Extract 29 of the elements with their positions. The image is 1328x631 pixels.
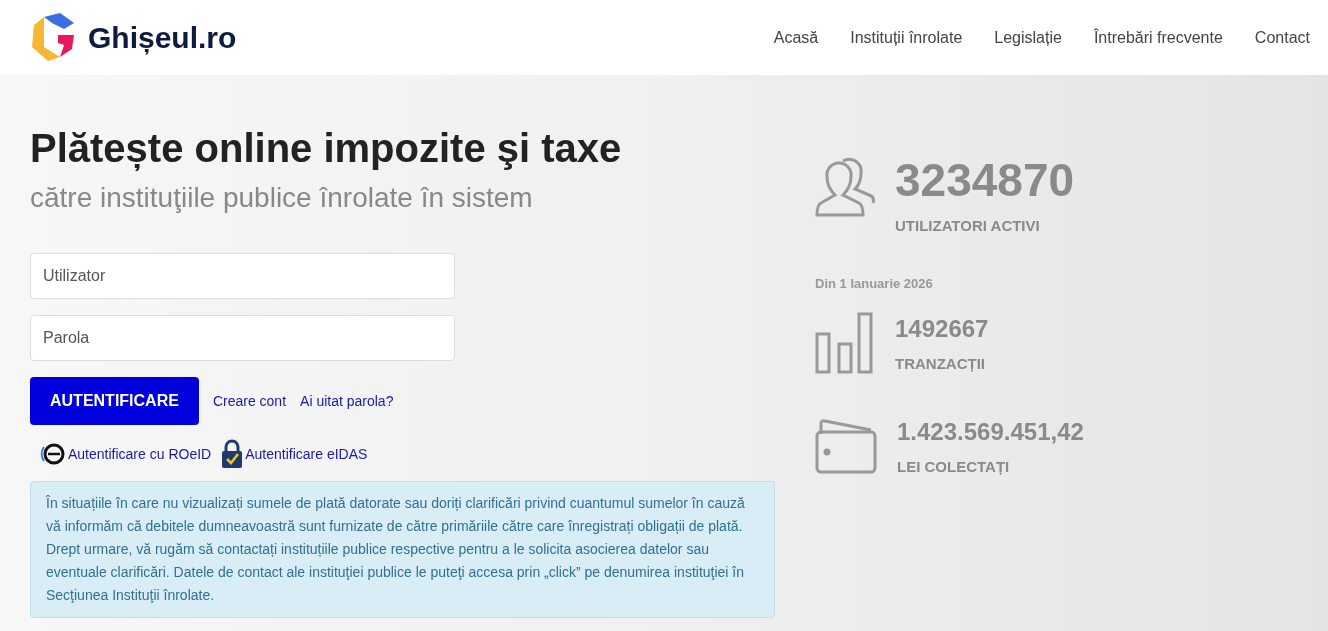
stat-value: 1.423.569.451,42 [897, 416, 1084, 447]
text-link[interactable]: Creare cont [212, 390, 287, 412]
stat-value: 1492667 [895, 314, 989, 344]
nav-link[interactable]: Acasă [773, 25, 819, 50]
password-field[interactable]: Parola [30, 315, 455, 361]
stat-label: TRANZACȚII [895, 354, 986, 374]
padlock-icon [221, 439, 244, 469]
alt-login-link[interactable]: Autentificare eIDAS [245, 443, 368, 465]
stat-label: LEI COLECTAȚI [897, 456, 1011, 477]
info-notice: În situațiile în care nu vizualizați sumele de plată datorate sau doriți clarificări privind cuantumul sumelor în cauză vă informăm că debitele dumneavoastră sunt furnizate de către primăriile către care înregistrați obligații de plată. Drept urmare, vă rugăm să contactați instituțiile publice respective pentru a le solicita asocierea datelor sau eventuale clarificări. Datele de contact ale instituţiei publice le puteţi accesa prin „click” pe denumirea instituţiei în Secţiunea Instituţii înrolate. [30, 481, 775, 618]
hero-title: Plătește online impozite şi taxe [30, 125, 623, 173]
nav-link[interactable]: Întrebări frecvente [1093, 25, 1223, 50]
users-label: UTILIZATORI ACTIVI [895, 216, 1041, 236]
nav-link[interactable]: Instituții înrolate [850, 25, 963, 50]
username-field[interactable]: Utilizator [30, 253, 455, 299]
e-logo-icon [40, 441, 66, 467]
nav-link[interactable]: Legislație [994, 25, 1062, 50]
text-link[interactable]: Ai uitat parola? [300, 390, 394, 412]
hero-subtitle: către instituţiile publice înrolate în sistem [30, 181, 534, 215]
login-button[interactable]: AUTENTIFICARE [30, 377, 199, 425]
nav-link[interactable]: Contact [1254, 25, 1310, 50]
bar-chart-icon [815, 312, 875, 375]
users-count: 3234870 [895, 157, 1075, 203]
wallet-icon [815, 417, 877, 474]
users-icon [815, 157, 877, 219]
logo-text[interactable]: Ghișeul.ro [88, 15, 237, 60]
alt-login-link[interactable]: Autentificare cu ROeID [68, 443, 212, 465]
logo-icon [30, 12, 76, 63]
since-date: Din 1 Ianuarie 2026 [815, 274, 934, 293]
